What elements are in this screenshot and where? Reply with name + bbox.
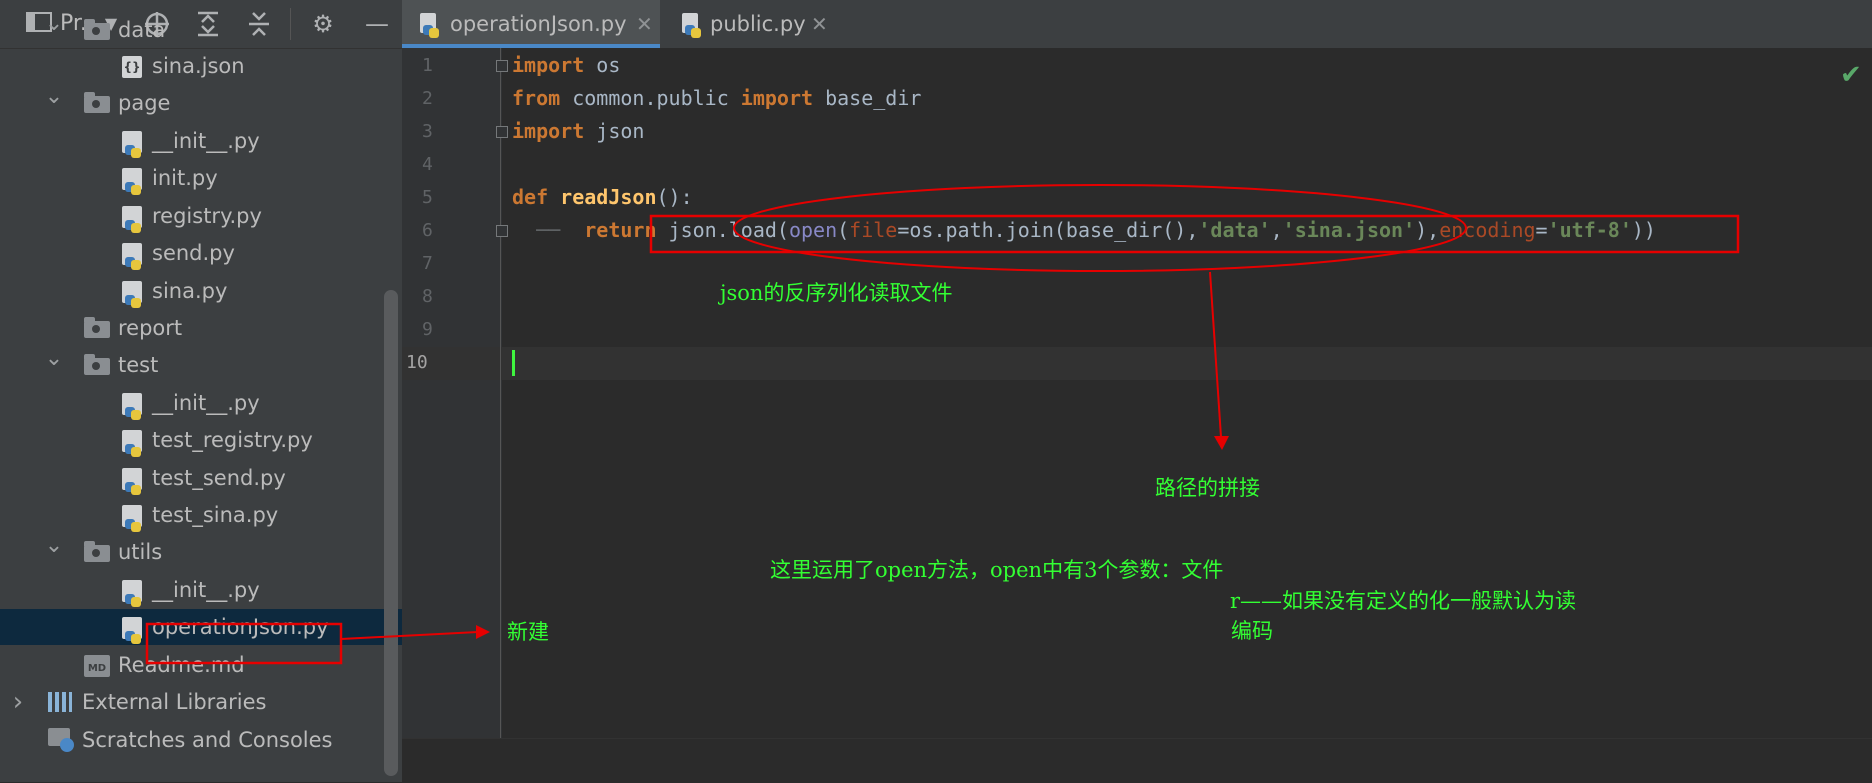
annotation-deserialize: json的反序列化读取文件 [720,281,953,305]
path-join-arrow-line [1209,271,1222,438]
new-file-arrow-line [340,631,479,640]
annotation-r-note: r——如果没有定义的化一般默认为读 [1230,589,1577,613]
new-file-highlight-box [145,622,343,665]
annotation-encoding-note: 编码 [1231,619,1273,643]
path-join-ellipse [733,184,1467,272]
annotation-open-note: 这里运用了open方法，open中有3个参数：文件 [770,558,1224,582]
code-highlight-box [649,214,1740,254]
annotation-path-join: 路径的拼接 [1155,476,1260,500]
annotation-new: 新建 [507,620,549,644]
annotation-overlay [145,184,1740,665]
new-file-arrow-head [476,625,490,639]
path-join-arrow-head [1214,436,1229,450]
